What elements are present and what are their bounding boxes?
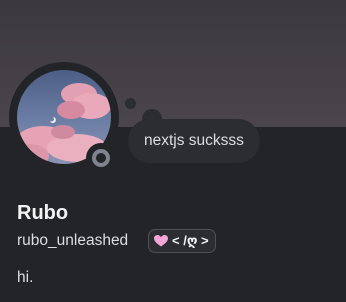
username[interactable]: rubo_unleashed (17, 231, 128, 251)
badge-text: < /ღ > (172, 233, 209, 248)
custom-status-bubble[interactable]: nextjs sucksss (128, 119, 260, 163)
pink-heart-icon (154, 235, 168, 247)
bio-text: hi. (17, 269, 34, 286)
display-name[interactable]: Rubo (17, 200, 68, 226)
offline-status-icon (92, 149, 110, 167)
custom-status-text: nextjs sucksss (144, 132, 244, 149)
thought-bubble-dot-small (125, 98, 136, 109)
server-tag-badge[interactable]: < /ღ > (148, 229, 216, 253)
